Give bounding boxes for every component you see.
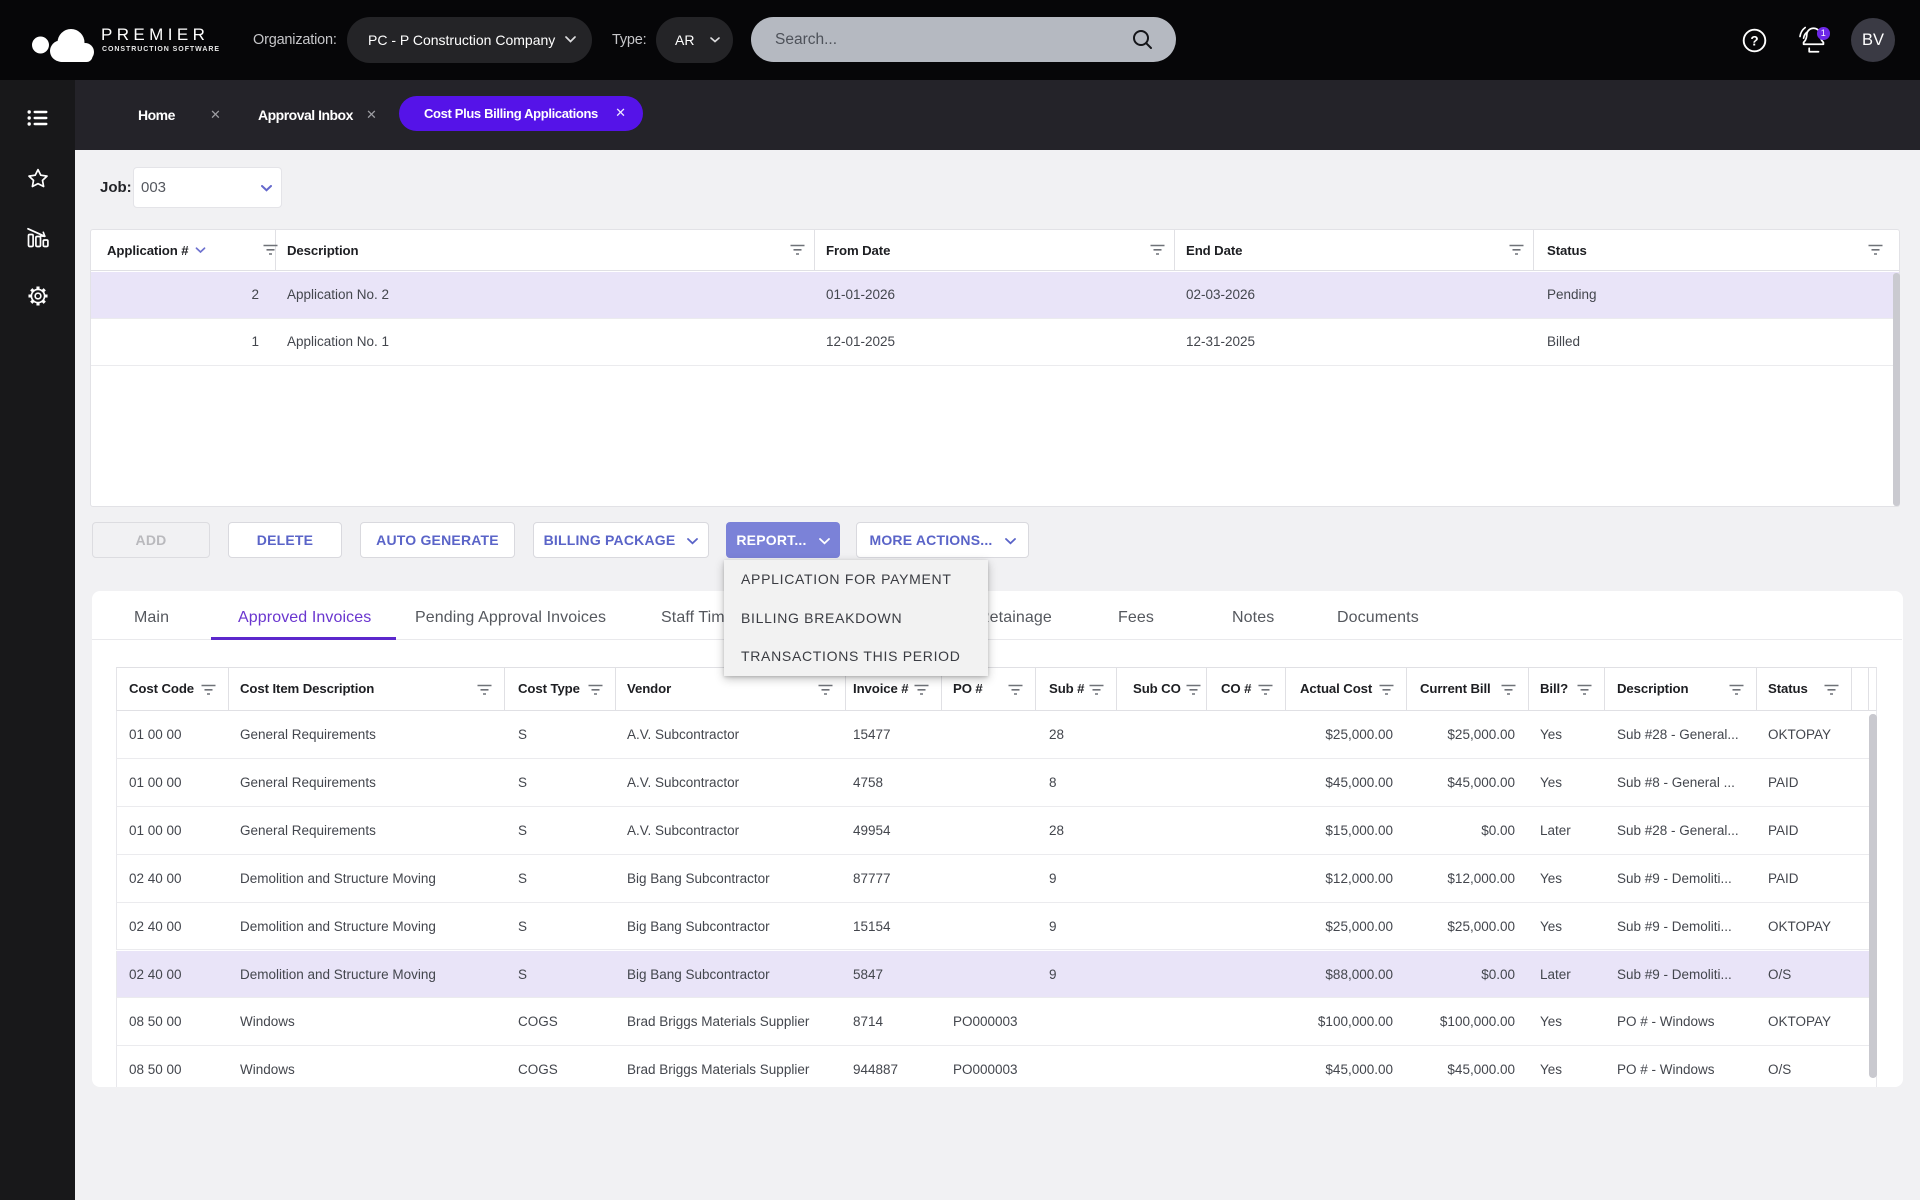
svg-text:?: ? bbox=[1750, 33, 1758, 48]
